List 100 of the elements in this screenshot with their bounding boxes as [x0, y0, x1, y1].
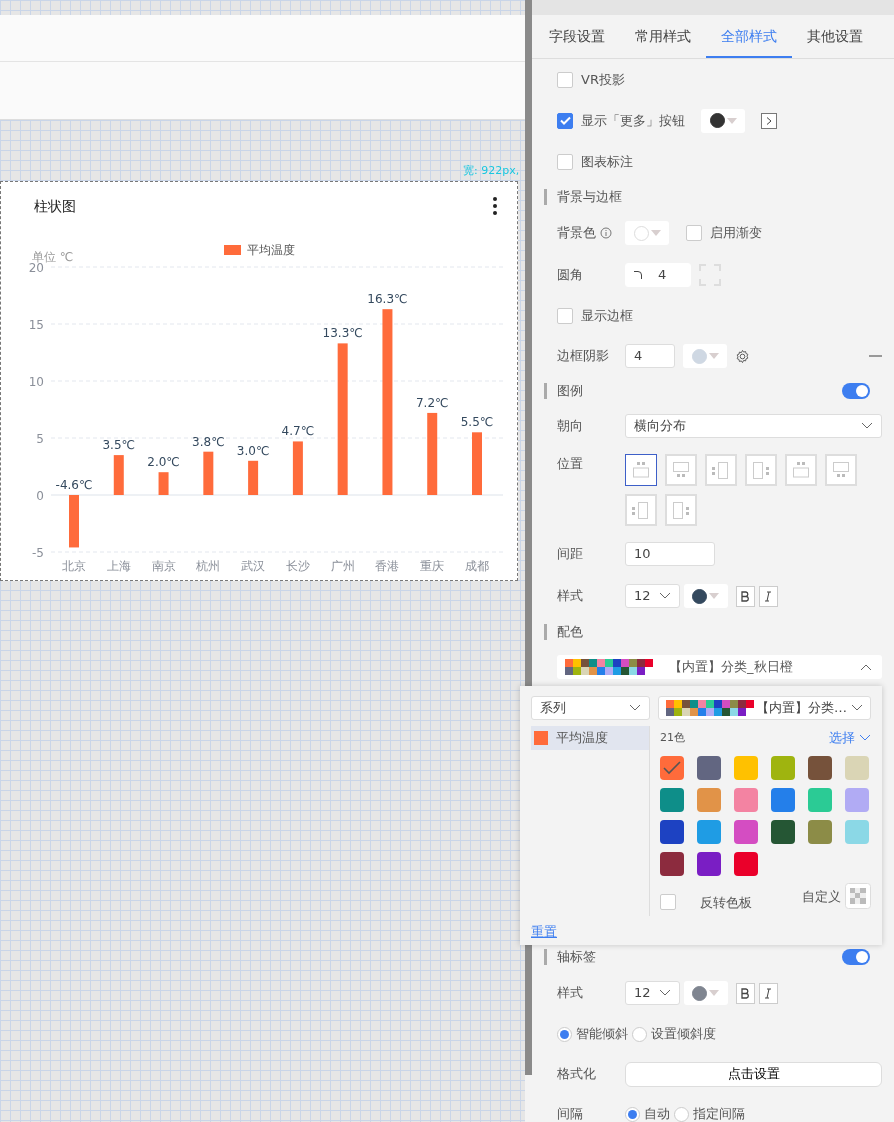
color-swatch[interactable]: [734, 852, 758, 876]
y-tick-label: 10: [28, 375, 44, 389]
font-size-dropdown[interactable]: 12: [625, 584, 680, 608]
corner-radius-field[interactable]: 4: [625, 262, 691, 287]
bold-icon[interactable]: [735, 982, 755, 1004]
scheme-dropdown[interactable]: 【内置】分类…: [658, 696, 871, 720]
custom-color-button[interactable]: [845, 883, 871, 910]
caret-down-icon: [658, 592, 671, 600]
bar: [292, 441, 303, 495]
field-label: 格式化: [557, 1065, 597, 1084]
custom-label: 自定义: [802, 887, 841, 906]
color-swatch[interactable]: [697, 820, 721, 844]
checkbox[interactable]: [686, 225, 702, 241]
color-picker[interactable]: [625, 221, 669, 245]
field-label: 间隔: [557, 1105, 584, 1122]
color-count: 21色: [660, 729, 685, 746]
color-swatch[interactable]: [660, 852, 684, 876]
color-swatch[interactable]: [660, 820, 684, 844]
color-swatch[interactable]: [808, 756, 832, 780]
color-swatch[interactable]: [771, 788, 795, 812]
layout-icon: [671, 460, 691, 480]
section-title: 轴标签: [557, 948, 596, 967]
bar: [472, 432, 482, 495]
color-swatch[interactable]: [845, 820, 869, 844]
value-label: 3.0℃: [236, 443, 270, 458]
choose-link[interactable]: 选择: [829, 728, 871, 748]
bold-icon[interactable]: [735, 585, 755, 607]
shadow-size-field[interactable]: 4: [625, 344, 675, 368]
color-picker[interactable]: [683, 584, 728, 608]
caret-down-icon: [658, 989, 671, 997]
value-label: 3.5℃: [102, 438, 136, 453]
section-title: 配色: [557, 623, 583, 642]
value-label: 2.0℃: [147, 455, 180, 470]
radio-button[interactable]: [625, 1106, 640, 1122]
tab[interactable]: 常用样式: [620, 15, 706, 58]
color-swatch[interactable]: [808, 820, 832, 844]
checkbox[interactable]: [660, 894, 676, 911]
more-icon[interactable]: [493, 197, 497, 215]
layout-icon: [751, 460, 771, 480]
arrow-button-icon[interactable]: [761, 112, 777, 129]
radio-button[interactable]: [557, 1026, 572, 1042]
x-category-label: 成都: [465, 559, 489, 573]
font-size-dropdown[interactable]: 12: [625, 981, 680, 1005]
format-button[interactable]: 点击设置: [625, 1061, 882, 1087]
y-tick-label: 0: [36, 489, 44, 503]
y-tick-label: 15: [28, 318, 44, 332]
radio-button[interactable]: [674, 1106, 689, 1122]
bar: [158, 472, 169, 495]
minus-icon[interactable]: [869, 355, 882, 357]
orientation-dropdown[interactable]: 横向分布: [625, 414, 882, 438]
color-swatch[interactable]: [771, 756, 795, 780]
field-label: 朝向: [557, 417, 584, 436]
color-picker[interactable]: [683, 344, 727, 368]
color-swatch[interactable]: [734, 788, 758, 812]
toggle-switch[interactable]: [842, 383, 870, 399]
bar: [248, 460, 259, 495]
color-swatch[interactable]: [734, 756, 758, 780]
series-dropdown[interactable]: 系列: [531, 696, 650, 720]
color-swatch[interactable]: [660, 756, 684, 780]
radio-button[interactable]: [632, 1026, 647, 1042]
color-swatch[interactable]: [660, 788, 684, 812]
color-picker[interactable]: [701, 108, 745, 133]
caret-down-icon: [629, 704, 641, 712]
color-swatch[interactable]: [771, 820, 795, 844]
color-swatch[interactable]: [845, 788, 869, 812]
color-swatch[interactable]: [697, 788, 721, 812]
color-swatch[interactable]: [697, 756, 721, 780]
value-label: 3.8℃: [192, 434, 225, 449]
toggle-switch[interactable]: [842, 949, 870, 965]
field-label: 位置: [557, 455, 584, 473]
tab[interactable]: 其他设置: [792, 15, 878, 58]
color-swatch[interactable]: [808, 788, 832, 812]
caret-down-icon: [851, 704, 863, 712]
x-category-label: 重庆: [420, 559, 445, 573]
series-item[interactable]: 平均温度: [531, 726, 649, 750]
checkbox[interactable]: [557, 153, 573, 170]
bar: [69, 495, 79, 548]
value-label: 4.7℃: [281, 424, 315, 439]
checkbox[interactable]: [557, 112, 573, 129]
tab[interactable]: 字段设置: [534, 15, 620, 58]
color-swatch[interactable]: [697, 852, 721, 876]
section-title: 图例: [557, 382, 583, 401]
color-swatch[interactable]: [734, 820, 758, 844]
italic-icon[interactable]: [758, 585, 778, 607]
tab[interactable]: 全部样式: [706, 15, 792, 58]
checkbox[interactable]: [557, 71, 573, 88]
color-swatch[interactable]: [845, 756, 869, 780]
checkbox-label: 图表标注: [581, 152, 633, 171]
legend-position-button[interactable]: [625, 454, 657, 486]
color-picker[interactable]: [683, 981, 728, 1005]
spacing-field[interactable]: 10: [625, 542, 715, 566]
reset-link[interactable]: 重置: [531, 922, 557, 942]
caret-down-icon: [861, 422, 873, 430]
field-label: 间距: [557, 545, 584, 564]
italic-icon[interactable]: [758, 982, 778, 1004]
y-tick-label: 20: [28, 261, 44, 275]
settings-icon[interactable]: [735, 348, 750, 364]
caret-down-icon: [859, 734, 871, 742]
checkbox[interactable]: [557, 307, 573, 324]
color-scheme-dropdown[interactable]: 【内置】分类_秋日橙: [557, 654, 882, 679]
